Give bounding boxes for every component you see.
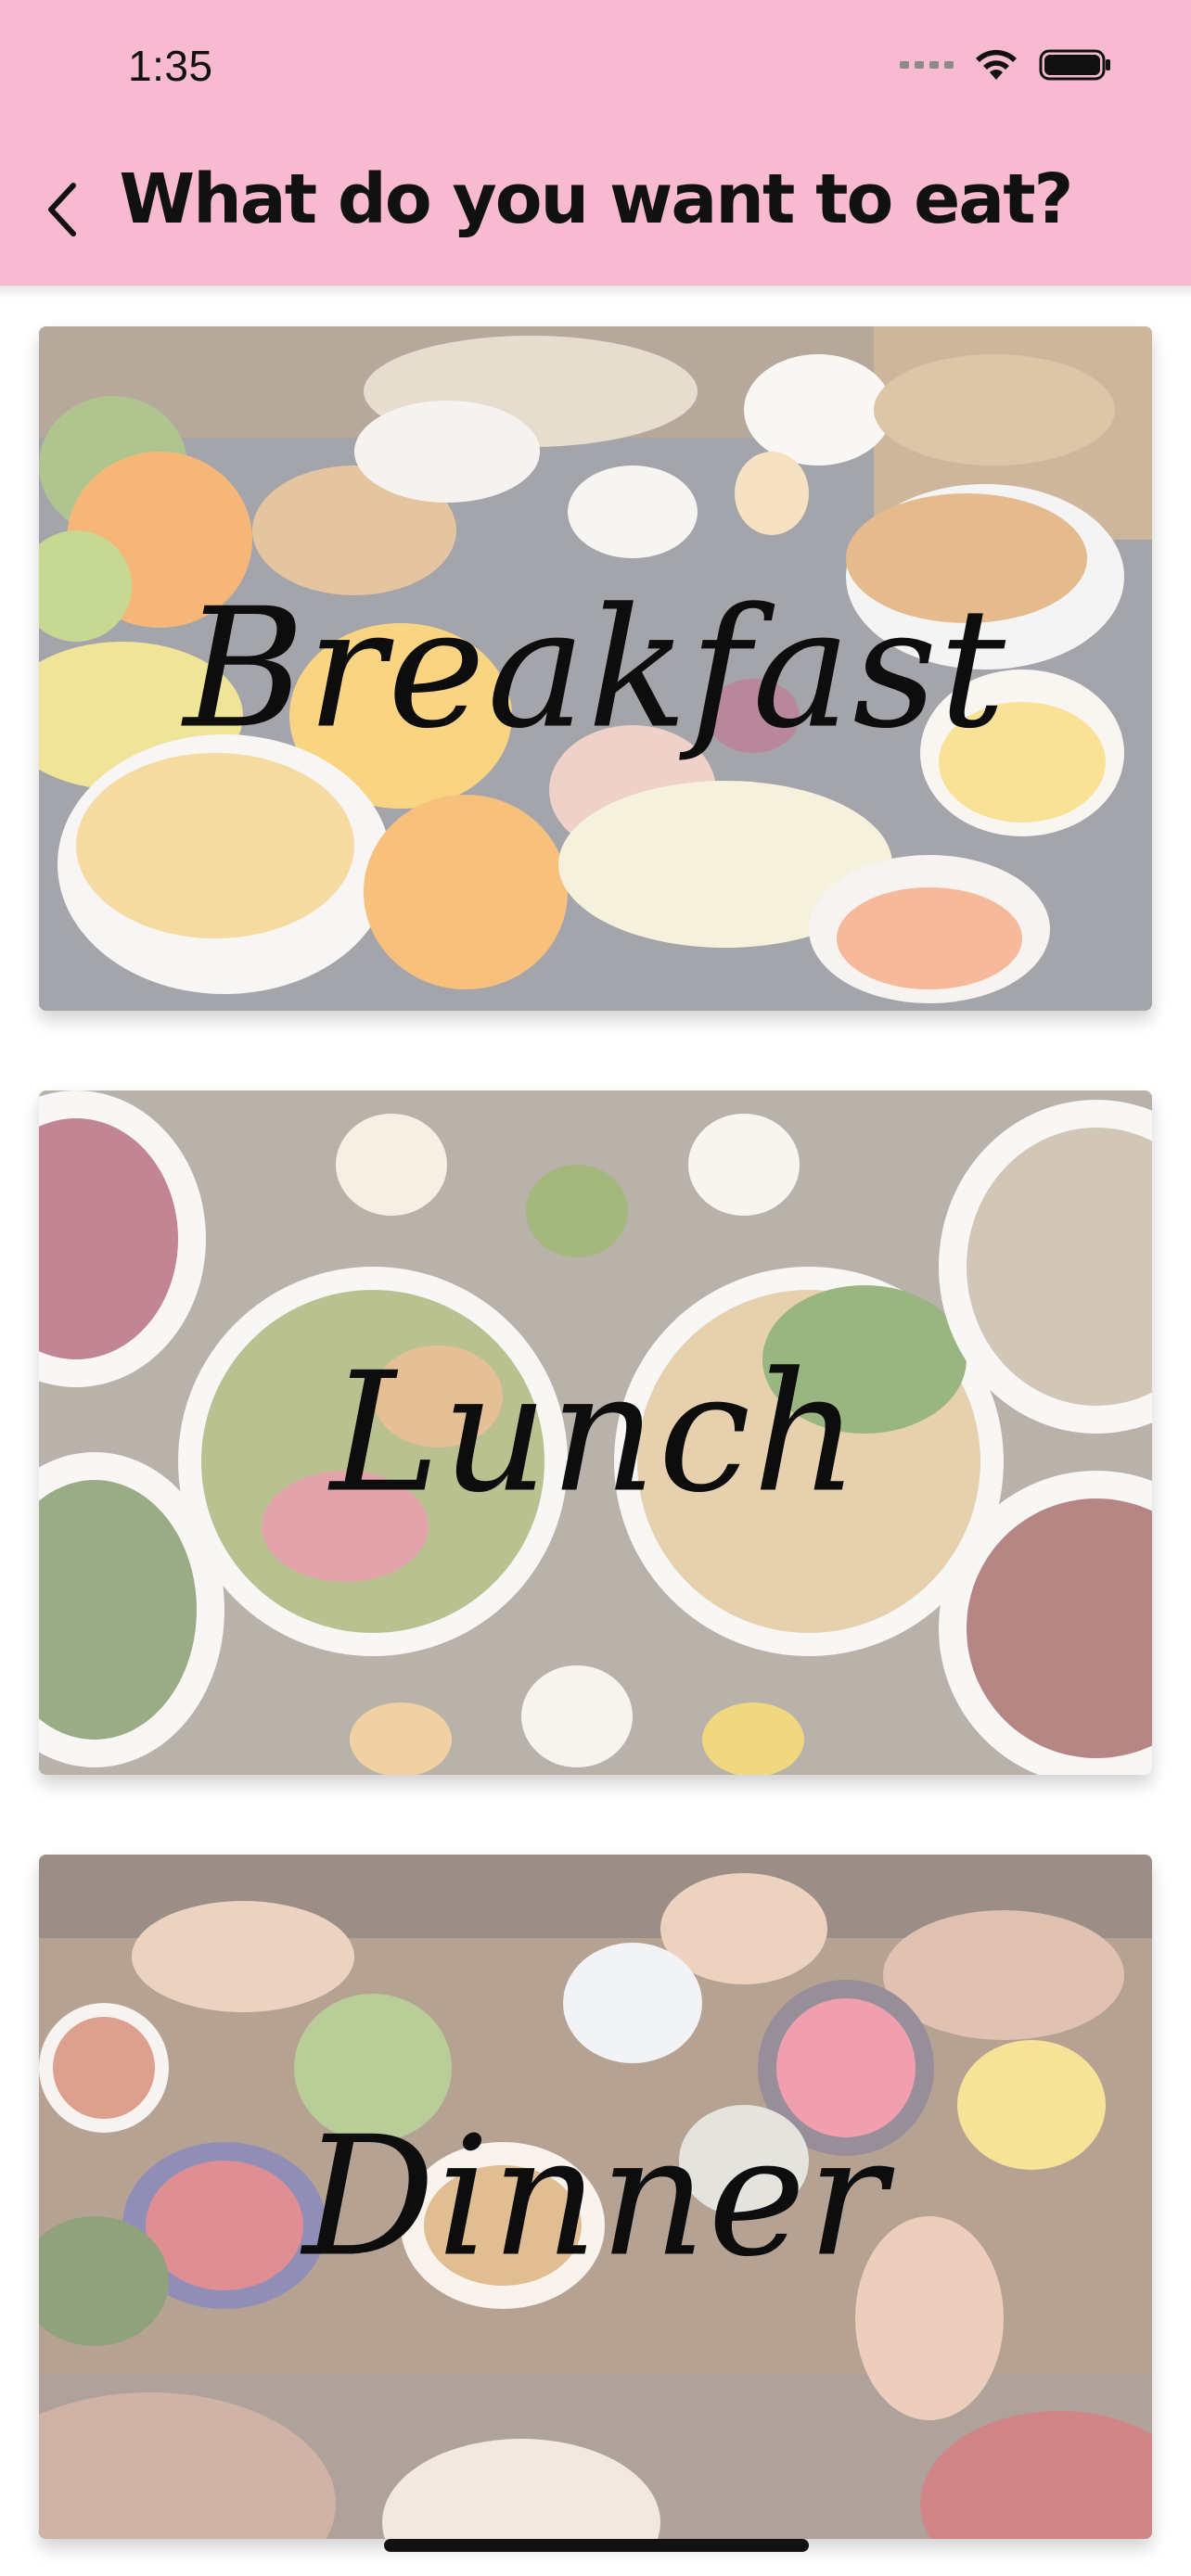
meal-card-dinner[interactable]: Dinner <box>39 1855 1152 2539</box>
meal-card-label: Breakfast <box>183 572 1008 765</box>
page-title: What do you want to eat? <box>119 159 1074 239</box>
meal-card-breakfast[interactable]: Breakfast <box>39 326 1152 1011</box>
wifi-icon <box>976 49 1017 80</box>
battery-icon <box>1039 49 1110 81</box>
meal-card-label: Lunch <box>330 1336 861 1529</box>
nav-header: 1:35 What do you want to eat? <box>0 0 1191 286</box>
home-indicator[interactable] <box>384 2539 809 2552</box>
meal-card-label: Dinner <box>302 2100 889 2293</box>
header-shadow <box>0 286 1191 299</box>
status-icons <box>900 46 1113 83</box>
meal-card-lunch[interactable]: Lunch <box>39 1090 1152 1775</box>
cellular-signal-icon <box>900 61 954 69</box>
status-time: 1:35 <box>128 42 213 90</box>
